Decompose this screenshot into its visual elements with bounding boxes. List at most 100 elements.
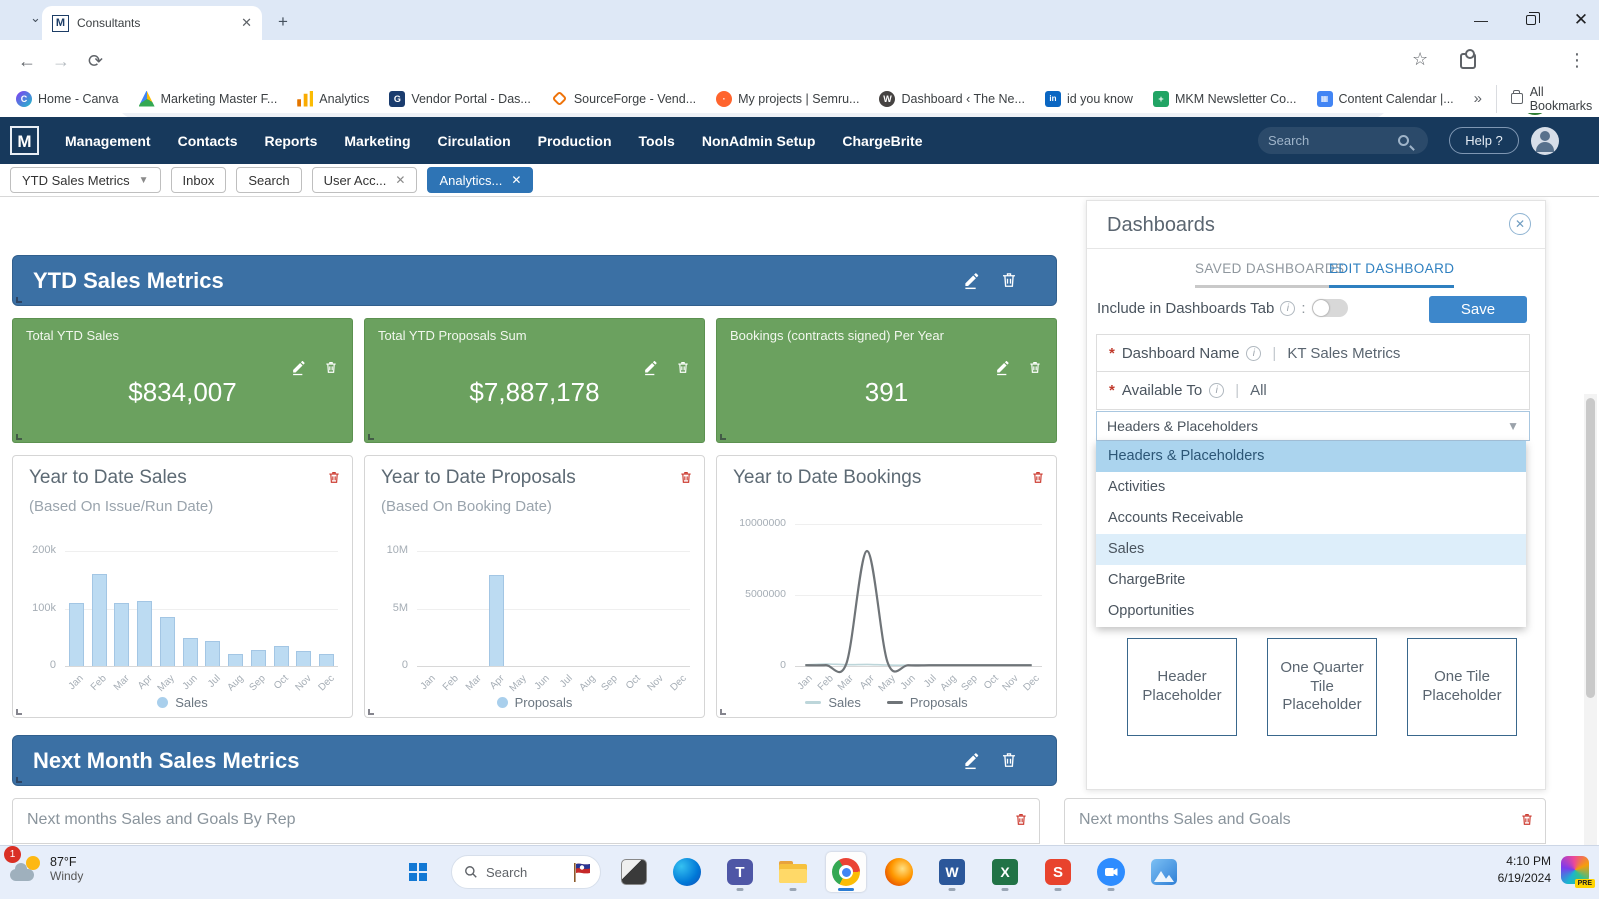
delete-chart-icon[interactable] [327,469,341,485]
edit-metric-icon[interactable] [643,359,660,376]
help-button[interactable]: Help ? [1449,127,1519,154]
browser-menu-icon[interactable]: ⋮ [1568,50,1586,71]
copilot-icon[interactable]: PRE [1561,856,1589,884]
bookmark-star-icon[interactable]: ☆ [1412,49,1428,70]
app-tab-ytd-sales-metrics[interactable]: YTD Sales Metrics▼ [10,167,161,193]
bar-jul[interactable] [205,641,220,666]
taskbar-chrome-icon[interactable] [826,852,866,892]
bookmark-item[interactable]: Analytics [291,88,375,110]
legend-item-sales[interactable]: Sales [157,695,208,710]
bar-apr[interactable] [489,575,504,666]
delete-metric-icon[interactable] [324,359,338,376]
delete-widget-icon[interactable] [1520,811,1534,827]
window-restore-icon[interactable] [1521,12,1541,28]
taskbar-zoom-icon[interactable] [1091,852,1131,892]
dropdown-option-sales[interactable]: Sales [1096,534,1526,565]
chevron-down-icon[interactable]: ▼ [139,175,149,186]
bookmarks-overflow-icon[interactable]: » [1474,90,1482,107]
taskbar-explorer-icon[interactable] [773,852,813,892]
weather-widget[interactable]: 1 87°F Windy [10,853,83,885]
widget-type-input[interactable] [1107,418,1507,434]
nav-item-production[interactable]: Production [538,133,612,149]
page-scrollbar[interactable] [1584,394,1597,845]
edit-metric-icon[interactable] [291,359,308,376]
dropdown-option-headers-placeholders[interactable]: Headers & Placeholders [1096,441,1526,472]
bookmark-item[interactable]: ·My projects | Semru... [710,88,865,110]
delete-chart-icon[interactable] [679,469,693,485]
bookmark-item[interactable]: inid you know [1039,88,1139,110]
bookmark-item[interactable]: GVendor Portal - Das... [383,88,537,110]
bar-jun[interactable] [183,638,198,666]
bookmark-item[interactable]: ▦Content Calendar |... [1311,88,1460,110]
taskbar-stickynotes-icon[interactable] [614,852,654,892]
bar-dec[interactable] [319,654,334,666]
legend-item-proposals[interactable]: Proposals [887,695,968,710]
tab-close-icon[interactable]: ✕ [241,15,252,31]
bar-feb[interactable] [92,574,107,666]
include-toggle[interactable] [1312,299,1348,317]
app-logo[interactable]: M [10,126,39,155]
tab-saved-dashboards[interactable]: SAVED DASHBOARDS [1195,261,1344,288]
app-tab-inbox[interactable]: Inbox [171,167,227,193]
resize-handle[interactable] [368,709,374,715]
tile-one-tile-placeholder[interactable]: One Tile Placeholder [1407,638,1517,736]
available-to-value[interactable]: All [1250,382,1267,399]
scrollbar-thumb[interactable] [1586,398,1595,698]
taskbar-firefox-icon[interactable] [879,852,919,892]
bar-may[interactable] [160,617,175,666]
delete-metric-icon[interactable] [676,359,690,376]
delete-chart-icon[interactable] [1031,469,1045,485]
taskbar-word-icon[interactable]: W [932,852,972,892]
app-tab-user-acc-[interactable]: User Acc...✕ [312,167,418,193]
user-avatar[interactable] [1531,127,1559,155]
bar-sep[interactable] [251,650,266,666]
bar-oct[interactable] [274,646,289,666]
info-icon[interactable]: i [1280,301,1295,316]
resize-handle[interactable] [368,434,374,440]
nav-item-tools[interactable]: Tools [639,133,675,149]
nav-item-circulation[interactable]: Circulation [438,133,511,149]
nav-item-contacts[interactable]: Contacts [178,133,238,149]
dropdown-option-opportunities[interactable]: Opportunities [1096,596,1526,627]
panel-close-icon[interactable]: ✕ [1509,213,1531,235]
bar-nov[interactable] [296,651,311,666]
taskbar-excel-icon[interactable]: X [985,852,1025,892]
edit-section-icon[interactable] [963,751,982,770]
back-icon[interactable]: ← [18,51,36,72]
bar-aug[interactable] [228,654,243,666]
delete-widget-icon[interactable] [1014,811,1028,827]
bookmark-item[interactable]: WDashboard ‹ The Ne... [873,88,1030,110]
tile-header-placeholder[interactable]: Header Placeholder [1127,638,1237,736]
chevron-down-icon[interactable]: ▼ [1507,419,1519,433]
reload-icon[interactable]: ⟳ [88,51,103,72]
resize-handle[interactable] [16,709,22,715]
edit-metric-icon[interactable] [995,359,1012,376]
dropdown-option-chargebrite[interactable]: ChargeBrite [1096,565,1526,596]
bookmark-item[interactable]: SourceForge - Vend... [545,89,702,109]
app-tab-analytics-[interactable]: Analytics...✕ [427,167,533,193]
edit-section-icon[interactable] [963,271,982,290]
nav-item-nonadmin-setup[interactable]: NonAdmin Setup [702,133,816,149]
bar-jan[interactable] [69,603,84,666]
tab-search-icon[interactable]: ⌄ [30,10,41,26]
app-search-input[interactable] [1268,133,1398,148]
delete-metric-icon[interactable] [1028,359,1042,376]
dashboard-name-value[interactable]: KT Sales Metrics [1287,345,1400,362]
bar-apr[interactable] [137,601,152,666]
taskbar-edge-icon[interactable] [667,852,707,892]
nav-item-reports[interactable]: Reports [264,133,317,149]
bar-mar[interactable] [114,603,129,666]
widget-type-combobox[interactable]: ▼ [1096,411,1530,441]
resize-handle[interactable] [16,434,22,440]
tab-edit-dashboard[interactable]: EDIT DASHBOARD [1329,261,1454,288]
legend-item-sales[interactable]: Sales [805,695,861,710]
bookmark-item[interactable]: +MKM Newsletter Co... [1147,88,1303,110]
taskbar-photos-icon[interactable] [1144,852,1184,892]
taskbar-clock[interactable]: 4:10 PM 6/19/2024 [1498,853,1551,888]
taskbar-teams-icon[interactable]: T [720,852,760,892]
all-bookmarks-button[interactable]: All Bookmarks [1496,85,1595,113]
extensions-icon[interactable] [1460,53,1476,69]
delete-section-icon[interactable] [1000,750,1018,769]
search-icon[interactable] [1398,135,1409,146]
tab-close-icon[interactable]: ✕ [395,173,405,187]
